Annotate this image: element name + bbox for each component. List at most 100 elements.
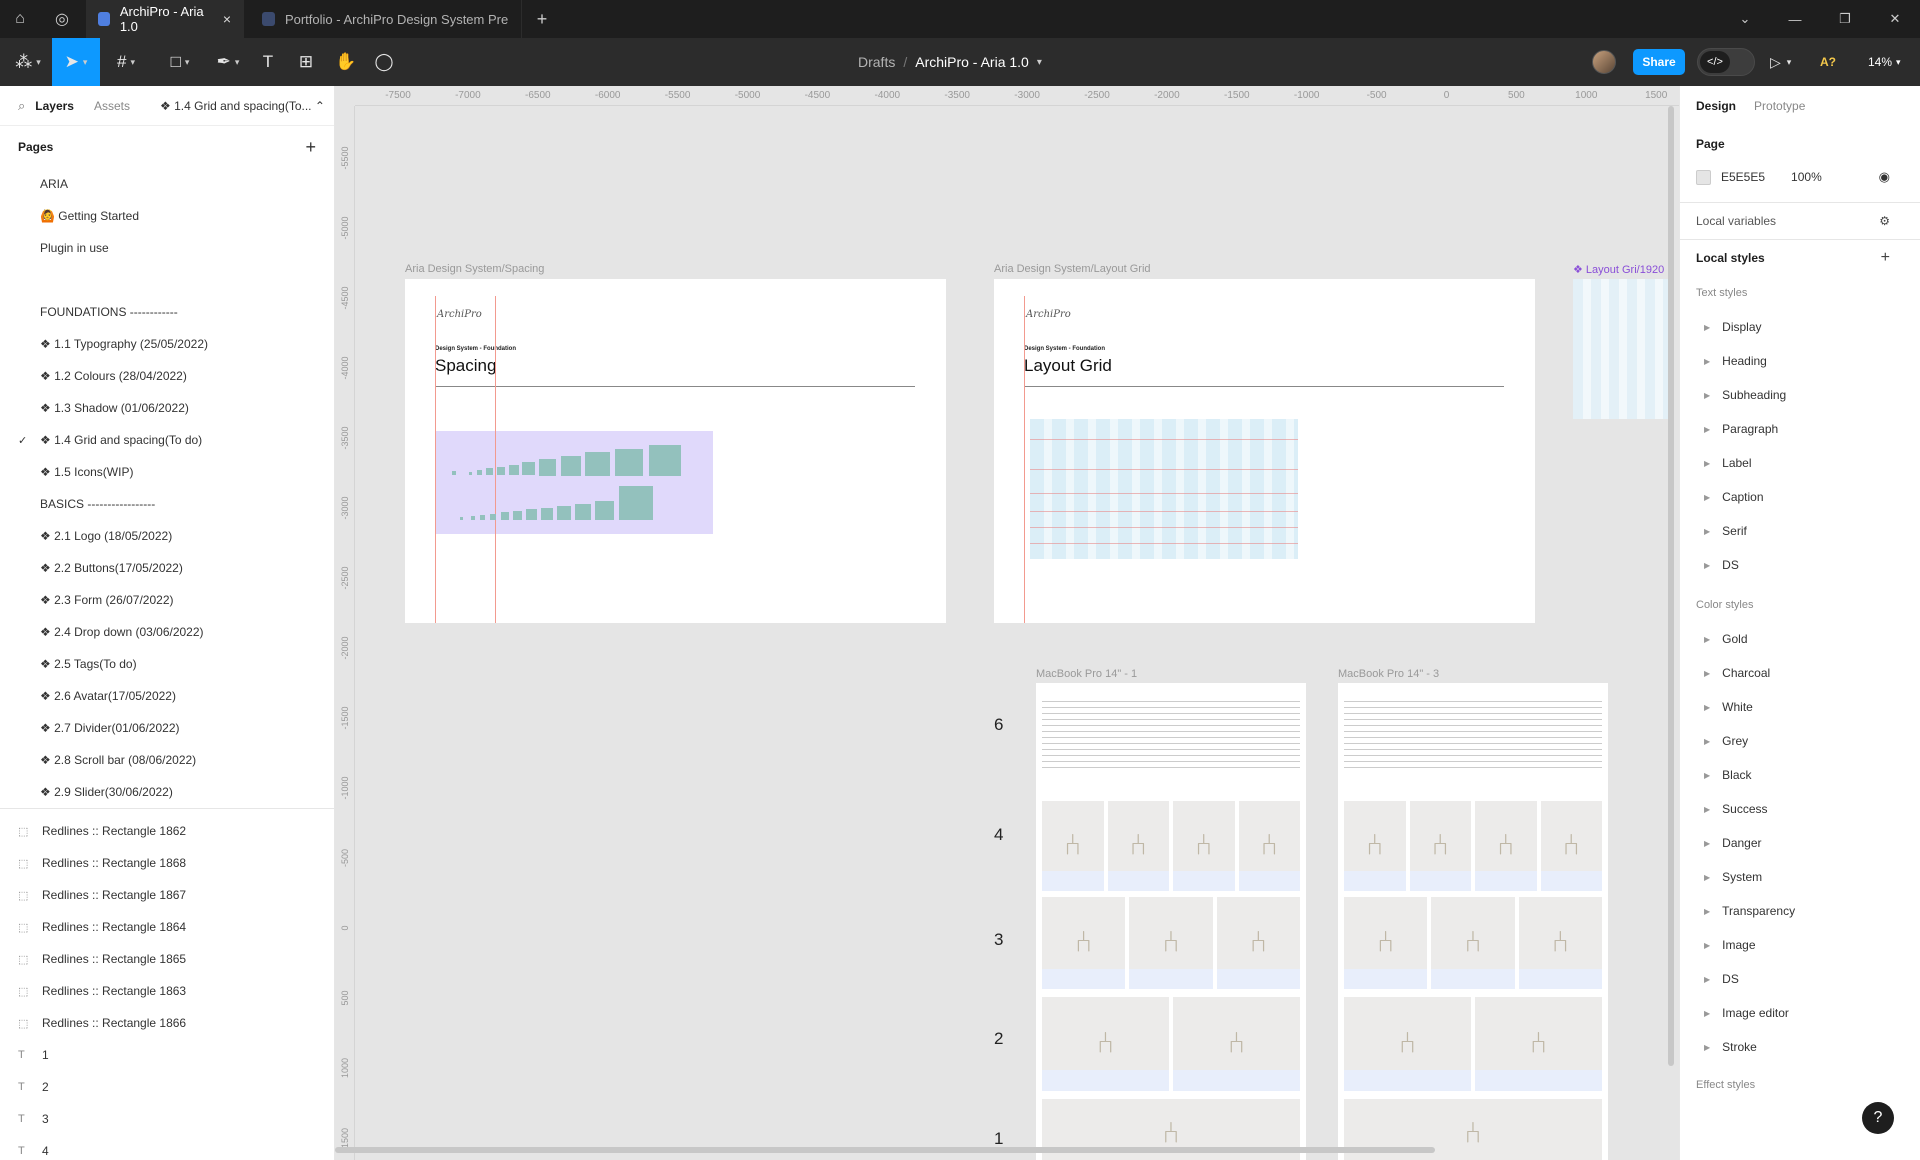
page-item[interactable]: ❖ 1.1 Typography (25/05/2022) [0,328,334,360]
tab-prototype[interactable]: Prototype [1754,99,1805,113]
search-icon[interactable]: ⌕ [18,98,25,114]
frame-spacing[interactable]: ArchiPro Design System - Foundation Spac… [405,279,946,623]
comment-tool-button[interactable]: ◯ [368,38,400,86]
chevron-right-icon[interactable]: ▶ [1704,357,1710,366]
chevron-right-icon[interactable]: ▶ [1704,323,1710,332]
layer-item[interactable]: ⬚ Redlines :: Rectangle 1867 [0,879,334,911]
add-style-icon[interactable]: + [1881,249,1890,267]
chevron-right-icon[interactable]: ▶ [1704,635,1710,644]
shape-tool-button[interactable]: □ ▾ [158,38,202,86]
row-number[interactable]: 3 [994,930,1003,950]
frame-macbook-pro-3[interactable]: ⑃ ⑃ ⑃ ⑃ ⑃ ⑃ ⑃ ⑃ ⑃ ⑃ [1338,683,1608,1160]
style-group[interactable]: ▶ Success [1696,792,1904,826]
page-item[interactable]: ARIA [0,168,334,200]
page-item[interactable]: BASICS ----------------- [0,488,334,520]
current-page-selector[interactable]: ❖ 1.4 Grid and spacing(To... ⌃ [160,99,325,113]
chevron-right-icon[interactable]: ▶ [1704,737,1710,746]
style-group[interactable]: ▶ Label [1696,446,1904,480]
variables-settings-icon[interactable]: ⚙ [1879,214,1890,228]
maximize-button[interactable]: ❐ [1820,0,1870,38]
style-group[interactable]: ▶ Serif [1696,514,1904,548]
home-icon[interactable]: ⌂ [0,0,40,38]
frame-label-macbook-1[interactable]: MacBook Pro 14" - 1 [1036,668,1137,680]
page-item[interactable]: ❖ 2.2 Buttons(17/05/2022) [0,552,334,584]
layer-item[interactable]: ⬚ Redlines :: Rectangle 1864 [0,911,334,943]
canvas[interactable]: -7500 -7000 -6500 -6000 -5500 -5000 -4500 -4000… [335,86,1679,1160]
chevron-right-icon[interactable]: ▶ [1704,771,1710,780]
page-color-value[interactable]: E5E5E5 [1721,170,1765,184]
globe-icon[interactable]: ◎ [42,0,82,38]
page-opacity-value[interactable]: 100% [1791,170,1822,184]
chevron-down-icon[interactable]: ⌄ [1720,0,1770,38]
horizontal-scrollbar[interactable] [335,1147,1435,1153]
chevron-right-icon[interactable]: ▶ [1704,459,1710,468]
page-color-swatch[interactable] [1696,169,1711,185]
style-group[interactable]: ▶ Caption [1696,480,1904,514]
chevron-right-icon[interactable]: ▶ [1704,907,1710,916]
row-number[interactable]: 4 [994,825,1003,845]
frame-tool-button[interactable]: # ▾ [104,38,148,86]
chevron-right-icon[interactable]: ▶ [1704,941,1710,950]
frame-label-spacing[interactable]: Aria Design System/Spacing [405,263,544,275]
row-number[interactable]: 6 [994,715,1003,735]
page-item[interactable]: ❖ 2.6 Avatar(17/05/2022) [0,680,334,712]
style-group[interactable]: ▶ DS [1696,548,1904,582]
layer-item[interactable]: T2 [0,1071,334,1103]
style-group[interactable]: ▶ Charcoal [1696,656,1904,690]
vertical-scrollbar[interactable] [1668,106,1674,1066]
style-group[interactable]: ▶ System [1696,860,1904,894]
page-item[interactable]: ❖ 2.8 Scroll bar (08/06/2022) [0,744,334,776]
page-item[interactable]: ❖ 2.4 Drop down (03/06/2022) [0,616,334,648]
style-group[interactable]: ▶ White [1696,690,1904,724]
present-button[interactable]: ▷ ▾ [1770,38,1791,86]
avatar[interactable] [1592,50,1616,74]
frame-layout-grid-1920[interactable] [1573,279,1673,419]
chevron-right-icon[interactable]: ▶ [1704,561,1710,570]
chevron-right-icon[interactable]: ▶ [1704,1043,1710,1052]
resources-button[interactable]: ⊞ [290,38,322,86]
frame-label-macbook-3[interactable]: MacBook Pro 14" - 3 [1338,668,1439,680]
move-tool-button[interactable]: ➤ ▾ [52,38,100,86]
accessibility-button[interactable]: A? [1820,38,1836,86]
page-item[interactable]: Plugin in use [0,232,334,264]
style-group[interactable]: ▶ DS [1696,962,1904,996]
layer-item[interactable]: T4 [0,1135,334,1160]
style-group[interactable]: ▶ Display [1696,310,1904,344]
dev-mode-toggle[interactable]: </> [1697,48,1755,76]
chevron-right-icon[interactable]: ▶ [1704,425,1710,434]
layer-item[interactable]: T3 [0,1103,334,1135]
page-item[interactable]: ❖ 2.5 Tags(To do) [0,648,334,680]
file-name[interactable]: ArchiPro - Aria 1.0 [915,54,1029,70]
page-item[interactable]: FOUNDATIONS ------------ [0,296,334,328]
chevron-right-icon[interactable]: ▶ [1704,703,1710,712]
text-tool-button[interactable]: T [252,38,284,86]
main-menu-button[interactable]: ⁂ ▾ [8,38,48,86]
chevron-right-icon[interactable]: ▶ [1704,805,1710,814]
row-number[interactable]: 1 [994,1129,1003,1149]
row-number[interactable]: 2 [994,1029,1003,1049]
chevron-right-icon[interactable]: ▶ [1704,527,1710,536]
page-item[interactable]: ✓ ❖ 1.4 Grid and spacing(To do) [0,424,334,456]
tab-aria[interactable]: ArchiPro - Aria 1.0 × [86,0,244,38]
local-variables-row[interactable]: Local variables ⚙ [1696,203,1904,239]
tab-portfolio[interactable]: Portfolio - ArchiPro Design System Prepa… [250,0,522,38]
style-group[interactable]: ▶ Stroke [1696,1030,1904,1064]
layer-item[interactable]: T1 [0,1039,334,1071]
chevron-down-icon[interactable]: ▾ [1037,57,1042,68]
chevron-right-icon[interactable]: ▶ [1704,1009,1710,1018]
style-group[interactable]: ▶ Image editor [1696,996,1904,1030]
close-tab-icon[interactable]: × [223,11,231,27]
chevron-right-icon[interactable]: ▶ [1704,975,1710,984]
tab-assets[interactable]: Assets [94,99,130,113]
layer-item[interactable]: ⬚ Redlines :: Rectangle 1868 [0,847,334,879]
page-fill-row[interactable]: E5E5E5 100% ◉ [1696,162,1904,192]
style-group[interactable]: ▶ Paragraph [1696,412,1904,446]
eye-icon[interactable]: ◉ [1879,169,1890,185]
style-group[interactable]: ▶ Black [1696,758,1904,792]
style-group[interactable]: ▶ Transparency [1696,894,1904,928]
layer-item[interactable]: ⬚ Redlines :: Rectangle 1863 [0,975,334,1007]
style-group[interactable]: ▶ Image [1696,928,1904,962]
close-window-button[interactable]: ✕ [1870,0,1920,38]
hand-tool-button[interactable]: ✋ [328,38,364,86]
page-item[interactable]: 🙆 Getting Started [0,200,334,232]
